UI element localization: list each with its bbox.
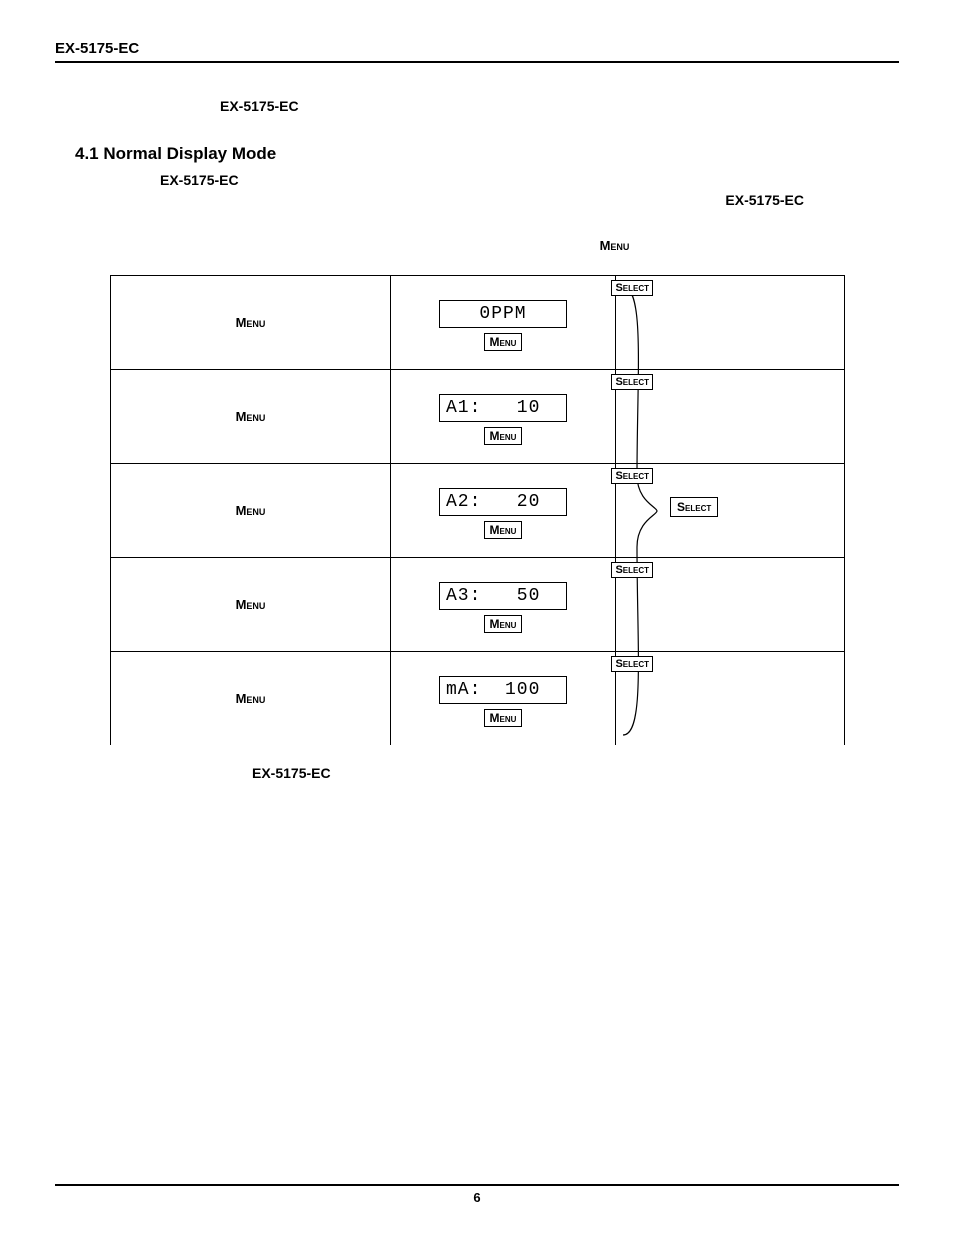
figure-row: Menu Select A3: 50 Menu xyxy=(110,557,845,651)
row-left: Menu xyxy=(111,464,391,557)
brace-icon xyxy=(615,275,660,747)
model-ref: EX-5175-EC xyxy=(220,98,899,114)
lcd-display: A2: 20 xyxy=(439,488,567,516)
page-footer: 6 xyxy=(55,1184,899,1205)
menu-label: Menu xyxy=(236,409,266,424)
lcd-display: 0PPM xyxy=(439,300,567,328)
select-label: Select xyxy=(611,280,653,296)
select-label: Select xyxy=(611,656,653,672)
row-mid: Select A1: 10 Menu xyxy=(391,370,616,463)
select-label: Select xyxy=(611,468,653,484)
figure-row: Menu Select 0PPM Menu xyxy=(110,275,845,369)
row-left: Menu xyxy=(111,558,391,651)
row-left: Menu xyxy=(111,370,391,463)
select-label: Select xyxy=(611,374,653,390)
menu-label: Menu xyxy=(236,597,266,612)
doc-id: EX-5175-EC xyxy=(55,40,139,57)
figure-caption-ref: EX-5175-EC xyxy=(252,765,899,781)
lcd-display: A1: 10 xyxy=(439,394,567,422)
menu-box: Menu xyxy=(484,709,523,727)
menu-label: Menu xyxy=(236,315,266,330)
section-heading: 4.1 Normal Display Mode xyxy=(75,144,899,164)
page-header: EX-5175-EC xyxy=(55,40,899,63)
menu-box: Menu xyxy=(484,521,523,539)
right-ref: EX-5175-EC xyxy=(55,192,899,208)
row-mid: Select A3: 50 Menu xyxy=(391,558,616,651)
page-number: 6 xyxy=(473,1190,480,1205)
row-mid: Select A2: 20 Menu xyxy=(391,464,616,557)
menu-label: Menu xyxy=(236,691,266,706)
menu-box: Menu xyxy=(484,427,523,445)
figure-row: Menu Select A1: 10 Menu xyxy=(110,369,845,463)
select-label: Select xyxy=(611,562,653,578)
side-select-label: Select xyxy=(670,497,718,517)
menu-box: Menu xyxy=(484,333,523,351)
menu-ref: Menu xyxy=(330,238,899,253)
figure-row: Menu Select A2: 20 Menu xyxy=(110,463,845,557)
row-mid: Select mA: 100 Menu xyxy=(391,652,616,745)
figure-row: Menu Select mA: 100 Menu xyxy=(110,651,845,745)
row-left: Menu xyxy=(111,276,391,369)
row-mid: Select 0PPM Menu xyxy=(391,276,616,369)
sub-ref: EX-5175-EC xyxy=(160,172,899,188)
lcd-display: A3: 50 xyxy=(439,582,567,610)
row-left: Menu xyxy=(111,652,391,745)
figure: Menu Select 0PPM Menu Menu Select A1: 10… xyxy=(110,275,845,745)
lcd-display: mA: 100 xyxy=(439,676,567,704)
menu-box: Menu xyxy=(484,615,523,633)
menu-label: Menu xyxy=(236,503,266,518)
